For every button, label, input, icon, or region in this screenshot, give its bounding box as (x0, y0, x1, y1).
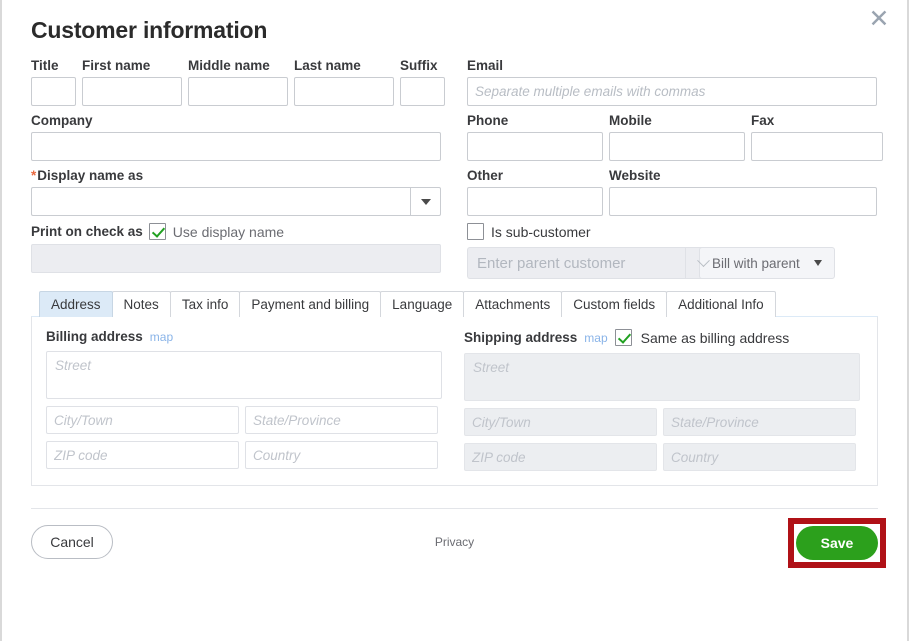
print-on-check-input[interactable] (31, 244, 441, 273)
company-group: Company (31, 113, 441, 161)
use-display-name-label: Use display name (172, 223, 285, 240)
dialog-footer: Cancel Privacy Save (2, 509, 907, 575)
suffix-input[interactable] (400, 77, 445, 106)
privacy-link[interactable]: Privacy (435, 535, 474, 549)
tab-additional-info[interactable]: Additional Info (666, 291, 776, 317)
first-name-label: First name (82, 58, 151, 73)
shipping-street-input[interactable] (464, 353, 860, 401)
last-name-input[interactable] (294, 77, 394, 106)
same-as-billing-checkbox[interactable] (614, 329, 632, 346)
shipping-country-input[interactable] (663, 443, 856, 471)
shipping-zip-input[interactable] (464, 443, 657, 471)
tab-language[interactable]: Language (380, 291, 465, 317)
other-label: Other (467, 168, 504, 183)
parent-customer-row: Bill with parent (467, 247, 877, 279)
email-input[interactable] (467, 77, 877, 106)
fax-label: Fax (751, 113, 775, 128)
middle-name-input[interactable] (188, 77, 288, 106)
tab-notes[interactable]: Notes (111, 291, 171, 317)
first-name-input[interactable] (82, 77, 182, 106)
phone-row: Phone Mobile Fax (467, 113, 883, 161)
tab-attachments[interactable]: Attachments (463, 291, 563, 317)
left-column: Title First name Middle name Last name S… (31, 58, 445, 279)
company-input[interactable] (31, 132, 441, 161)
email-label: Email (467, 58, 504, 73)
tab-payment-and-billing[interactable]: Payment and billing (239, 291, 382, 317)
print-on-check-label: Print on check as (31, 224, 143, 239)
same-as-billing-label: Same as billing address (640, 329, 790, 346)
display-name-group: *Display name as (31, 168, 441, 216)
address-tab-panel: Billing address map Shipping address map (31, 316, 878, 486)
bill-with-parent-label: Bill with parent (712, 255, 800, 271)
mobile-label: Mobile (609, 113, 652, 128)
last-name-label: Last name (294, 58, 361, 73)
save-button[interactable]: Save (796, 526, 878, 560)
middle-name-label: Middle name (188, 58, 270, 73)
company-label: Company (31, 113, 93, 128)
phone-input[interactable] (467, 132, 603, 161)
website-label: Website (609, 168, 661, 183)
privacy-link-wrap: Privacy (2, 535, 907, 549)
fax-input[interactable] (751, 132, 883, 161)
is-sub-customer-row: Is sub-customer (467, 223, 877, 240)
tab-bar: Address Notes Tax info Payment and billi… (31, 291, 878, 317)
save-button-highlight: Save (788, 518, 886, 568)
phone-label: Phone (467, 113, 509, 128)
title-input[interactable] (31, 77, 76, 106)
chevron-down-icon (420, 198, 431, 205)
display-name-label-text: Display name as (37, 168, 144, 183)
billing-zip-input[interactable] (46, 441, 239, 469)
shipping-state-input[interactable] (663, 408, 856, 436)
right-column: Email Phone Mobile Fax (467, 58, 883, 279)
tab-custom-fields[interactable]: Custom fields (561, 291, 668, 317)
billing-city-input[interactable] (46, 406, 239, 434)
close-icon[interactable]: ✕ (864, 4, 894, 34)
page-title: Customer information (31, 17, 268, 43)
dialog-body: Title First name Middle name Last name S… (2, 58, 907, 486)
shipping-address-section: Shipping address map Same as billing add… (464, 329, 860, 471)
bill-with-parent-dropdown[interactable]: Bill with parent (699, 247, 835, 279)
shipping-map-link[interactable]: map (584, 331, 607, 345)
email-group: Email (467, 58, 877, 106)
customer-information-dialog: Customer information ✕ Title First name (0, 0, 909, 641)
shipping-city-input[interactable] (464, 408, 657, 436)
mobile-input[interactable] (609, 132, 745, 161)
is-sub-customer-checkbox[interactable] (467, 223, 484, 240)
billing-country-input[interactable] (245, 441, 438, 469)
billing-map-link[interactable]: map (150, 330, 173, 344)
cancel-button[interactable]: Cancel (31, 525, 113, 559)
chevron-down-icon (813, 260, 822, 266)
display-name-dropdown-button[interactable] (410, 187, 441, 216)
dialog-header: Customer information ✕ (2, 0, 907, 58)
billing-street-input[interactable] (46, 351, 442, 399)
tab-tax-info[interactable]: Tax info (169, 291, 241, 317)
shipping-address-title: Shipping address (464, 330, 578, 345)
other-website-row: Other Website (467, 168, 877, 216)
display-name-input[interactable] (31, 187, 410, 216)
billing-address-title: Billing address (46, 329, 143, 344)
required-marker: * (31, 168, 37, 183)
suffix-label: Suffix (400, 58, 438, 73)
other-input[interactable] (467, 187, 603, 216)
billing-state-input[interactable] (245, 406, 438, 434)
use-display-name-checkbox[interactable] (148, 223, 166, 240)
website-input[interactable] (609, 187, 877, 216)
name-fields-row: Title First name Middle name Last name S… (31, 58, 445, 106)
tab-address[interactable]: Address (39, 291, 113, 317)
title-label: Title (31, 58, 59, 73)
display-name-label: *Display name as (31, 168, 441, 183)
parent-customer-input[interactable] (467, 247, 685, 279)
print-on-check-row: Print on check as Use display name (31, 223, 441, 240)
is-sub-customer-label: Is sub-customer (491, 223, 591, 240)
billing-address-section: Billing address map (46, 329, 442, 471)
